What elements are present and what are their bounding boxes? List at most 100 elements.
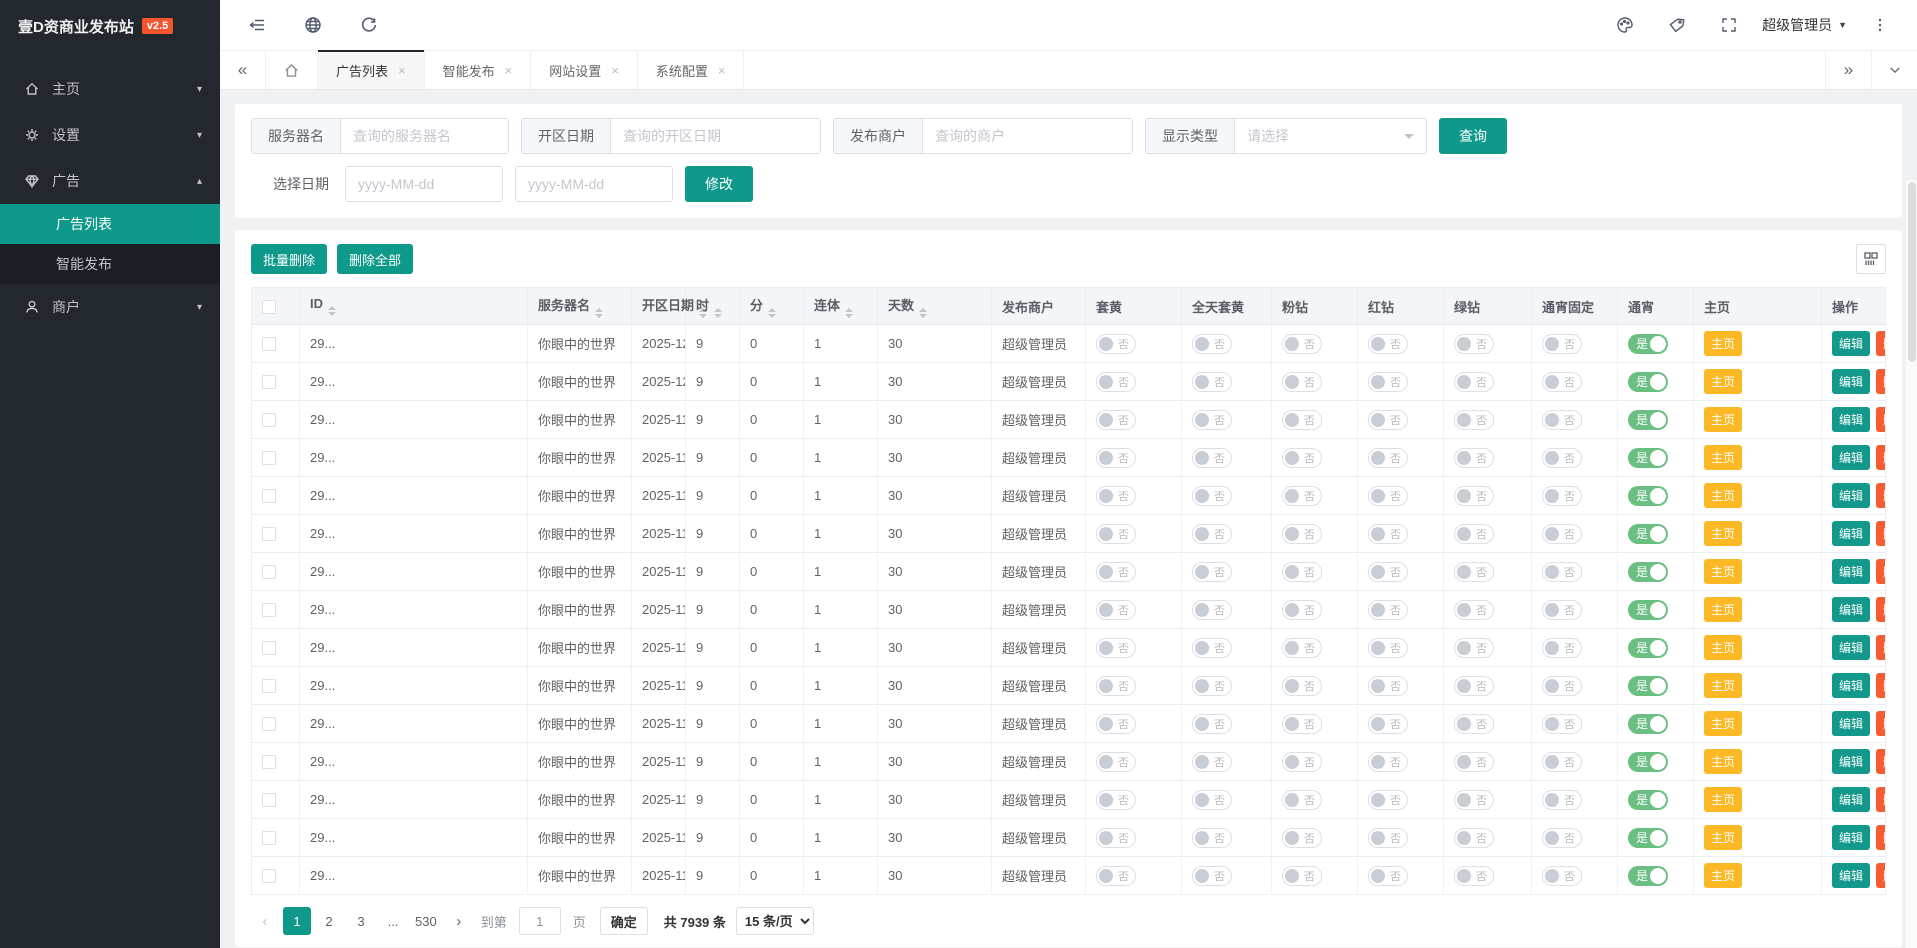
delete-button[interactable]: 删除: [1876, 483, 1885, 508]
lvzuan-toggle[interactable]: 否: [1454, 638, 1494, 658]
fenzuan-toggle[interactable]: 否: [1282, 486, 1322, 506]
quantian-taohuang-toggle[interactable]: 否: [1192, 486, 1232, 506]
page-number[interactable]: 1: [283, 907, 311, 935]
vertical-scrollbar[interactable]: [1905, 180, 1917, 948]
page-number[interactable]: 530: [411, 907, 441, 935]
taohuang-toggle[interactable]: 否: [1096, 638, 1136, 658]
tab-close-icon[interactable]: ×: [505, 63, 513, 78]
column-header[interactable]: 红钻: [1358, 288, 1444, 325]
tab-close-icon[interactable]: ×: [611, 63, 619, 78]
homepage-button[interactable]: 主页: [1704, 331, 1742, 356]
tongxiao-guding-toggle[interactable]: 否: [1542, 334, 1582, 354]
tongxiao-guding-toggle[interactable]: 否: [1542, 486, 1582, 506]
tongxiao-toggle[interactable]: 是: [1628, 638, 1668, 658]
taohuang-toggle[interactable]: 否: [1096, 600, 1136, 620]
row-checkbox[interactable]: [262, 717, 276, 731]
tongxiao-guding-toggle[interactable]: 否: [1542, 638, 1582, 658]
row-checkbox[interactable]: [262, 679, 276, 693]
column-header[interactable]: 粉钻: [1272, 288, 1358, 325]
column-header[interactable]: 天数: [878, 288, 992, 325]
row-checkbox[interactable]: [262, 337, 276, 351]
next-page-button[interactable]: ›: [445, 907, 473, 935]
hongzuan-toggle[interactable]: 否: [1368, 524, 1408, 544]
delete-button[interactable]: 删除: [1876, 635, 1885, 660]
fenzuan-toggle[interactable]: 否: [1282, 448, 1322, 468]
hongzuan-toggle[interactable]: 否: [1368, 828, 1408, 848]
homepage-button[interactable]: 主页: [1704, 749, 1742, 774]
fullscreen-icon[interactable]: [1710, 6, 1748, 44]
hongzuan-toggle[interactable]: 否: [1368, 486, 1408, 506]
quantian-taohuang-toggle[interactable]: 否: [1192, 638, 1232, 658]
column-header[interactable]: 发布商户: [992, 288, 1086, 325]
delete-button[interactable]: 删除: [1876, 673, 1885, 698]
delete-all-button[interactable]: 删除全部: [337, 244, 413, 274]
delete-button[interactable]: 删除: [1876, 825, 1885, 850]
sidebar-item-smart-publish[interactable]: 智能发布: [0, 244, 220, 284]
row-checkbox[interactable]: [262, 527, 276, 541]
fenzuan-toggle[interactable]: 否: [1282, 600, 1322, 620]
hongzuan-toggle[interactable]: 否: [1368, 790, 1408, 810]
hongzuan-toggle[interactable]: 否: [1368, 372, 1408, 392]
lvzuan-toggle[interactable]: 否: [1454, 828, 1494, 848]
hongzuan-toggle[interactable]: 否: [1368, 638, 1408, 658]
tongxiao-guding-toggle[interactable]: 否: [1542, 752, 1582, 772]
taohuang-toggle[interactable]: 否: [1096, 334, 1136, 354]
sidebar-item-home[interactable]: 主页 ▾: [0, 66, 220, 112]
taohuang-toggle[interactable]: 否: [1096, 714, 1136, 734]
tongxiao-guding-toggle[interactable]: 否: [1542, 448, 1582, 468]
row-checkbox[interactable]: [262, 565, 276, 579]
row-checkbox[interactable]: [262, 755, 276, 769]
edit-button[interactable]: 编辑: [1832, 407, 1870, 432]
taohuang-toggle[interactable]: 否: [1096, 866, 1136, 886]
lvzuan-toggle[interactable]: 否: [1454, 752, 1494, 772]
lvzuan-toggle[interactable]: 否: [1454, 562, 1494, 582]
homepage-button[interactable]: 主页: [1704, 825, 1742, 850]
delete-button[interactable]: 删除: [1876, 787, 1885, 812]
homepage-button[interactable]: 主页: [1704, 369, 1742, 394]
edit-button[interactable]: 编辑: [1832, 825, 1870, 850]
taohuang-toggle[interactable]: 否: [1096, 448, 1136, 468]
sidebar-item-ads-list[interactable]: 广告列表: [0, 204, 220, 244]
row-checkbox[interactable]: [262, 451, 276, 465]
tongxiao-toggle[interactable]: 是: [1628, 714, 1668, 734]
row-checkbox[interactable]: [262, 831, 276, 845]
row-checkbox[interactable]: [262, 603, 276, 617]
edit-button[interactable]: 编辑: [1832, 787, 1870, 812]
hongzuan-toggle[interactable]: 否: [1368, 600, 1408, 620]
delete-button[interactable]: 删除: [1876, 559, 1885, 584]
fenzuan-toggle[interactable]: 否: [1282, 524, 1322, 544]
quantian-taohuang-toggle[interactable]: 否: [1192, 790, 1232, 810]
lvzuan-toggle[interactable]: 否: [1454, 372, 1494, 392]
batch-delete-button[interactable]: 批量删除: [251, 244, 327, 274]
tongxiao-toggle[interactable]: 是: [1628, 752, 1668, 772]
edit-button[interactable]: 编辑: [1832, 711, 1870, 736]
lvzuan-toggle[interactable]: 否: [1454, 714, 1494, 734]
column-header[interactable]: 套黄: [1086, 288, 1182, 325]
taohuang-toggle[interactable]: 否: [1096, 790, 1136, 810]
lvzuan-toggle[interactable]: 否: [1454, 600, 1494, 620]
taohuang-toggle[interactable]: 否: [1096, 828, 1136, 848]
quantian-taohuang-toggle[interactable]: 否: [1192, 714, 1232, 734]
edit-button[interactable]: 编辑: [1832, 597, 1870, 622]
sidebar-item-settings[interactable]: 设置 ▾: [0, 112, 220, 158]
homepage-button[interactable]: 主页: [1704, 445, 1742, 470]
fenzuan-toggle[interactable]: 否: [1282, 714, 1322, 734]
tongxiao-toggle[interactable]: 是: [1628, 676, 1668, 696]
hongzuan-toggle[interactable]: 否: [1368, 676, 1408, 696]
homepage-button[interactable]: 主页: [1704, 711, 1742, 736]
user-menu[interactable]: 超级管理员 ▼: [1762, 15, 1847, 35]
column-header[interactable]: 操作: [1822, 288, 1886, 325]
date-start-input[interactable]: [345, 166, 503, 202]
tongxiao-guding-toggle[interactable]: 否: [1542, 676, 1582, 696]
row-checkbox[interactable]: [262, 793, 276, 807]
tongxiao-guding-toggle[interactable]: 否: [1542, 790, 1582, 810]
column-header[interactable]: 绿钻: [1444, 288, 1532, 325]
globe-icon[interactable]: [294, 6, 332, 44]
column-settings-button[interactable]: [1856, 244, 1886, 274]
tag-icon[interactable]: [1658, 6, 1696, 44]
page-number[interactable]: ...: [379, 907, 407, 935]
quantian-taohuang-toggle[interactable]: 否: [1192, 562, 1232, 582]
fenzuan-toggle[interactable]: 否: [1282, 562, 1322, 582]
goto-page-input[interactable]: [519, 907, 561, 935]
delete-button[interactable]: 删除: [1876, 331, 1885, 356]
